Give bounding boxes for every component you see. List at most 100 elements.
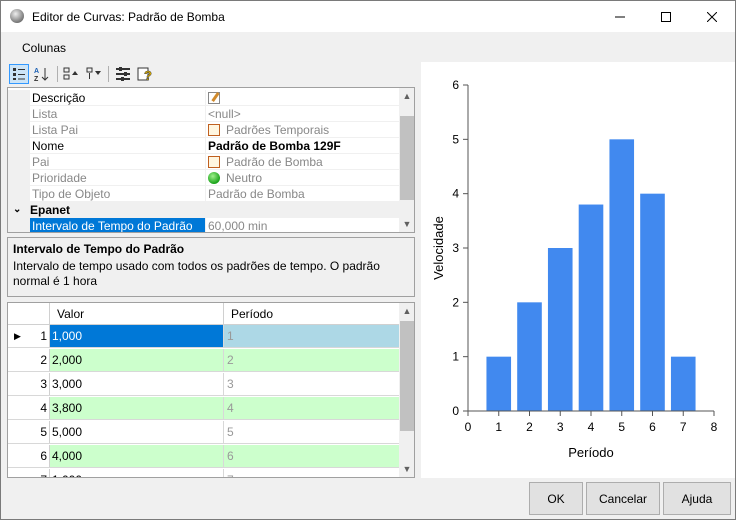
property-row[interactable]: Lista <null> [8, 106, 400, 122]
property-name: Nome [30, 138, 206, 154]
properties-icon [116, 67, 130, 81]
curve-chart: 0 1 2 3 4 5 6 7 8 0 1 2 3 4 5 6 Período Velocidade [421, 62, 735, 478]
maximize-icon [661, 11, 671, 22]
property-name: Lista Pai [30, 122, 206, 138]
property-value[interactable]: Neutro [206, 170, 400, 186]
categorized-view-button[interactable] [9, 64, 29, 84]
cell-valor[interactable]: 4,000 [50, 445, 224, 467]
cell-valor[interactable]: 3,000 [50, 373, 224, 395]
cell-periodo[interactable]: 5 [224, 421, 400, 443]
column-header-valor[interactable]: Valor [50, 303, 224, 325]
property-row[interactable]: Lista Pai Padrões Temporais [8, 122, 400, 138]
cell-valor[interactable]: 2,000 [50, 349, 224, 371]
row-header[interactable]: 6 [8, 445, 50, 467]
maximize-button[interactable] [643, 1, 689, 32]
scroll-thumb[interactable] [400, 116, 414, 200]
row-header[interactable]: 7 [8, 469, 50, 477]
collapse-button[interactable] [61, 64, 81, 84]
row-header[interactable]: 2 [8, 349, 50, 371]
data-grid-scrollbar[interactable]: ▲ ▼ [399, 303, 414, 477]
property-value[interactable]: Padrões Temporais [206, 122, 400, 138]
category-label: Epanet [30, 203, 71, 217]
row-header[interactable]: 3 [8, 373, 50, 395]
expand-icon [86, 67, 101, 79]
chevron-down-icon[interactable]: ⌄ [13, 202, 21, 218]
y-axis-label: Velocidade [431, 216, 446, 280]
app-icon [10, 9, 24, 23]
x-tick-label: 7 [680, 420, 687, 434]
property-name: Tipo de Objeto [30, 186, 206, 202]
row-index: 6 [40, 449, 47, 463]
property-row[interactable]: Nome Padrão de Bomba 129F [8, 138, 400, 154]
property-grid-scrollbar[interactable]: ▲ ▼ [399, 88, 414, 232]
x-tick-label: 0 [465, 420, 472, 434]
cell-valor[interactable]: 5,000 [50, 421, 224, 443]
close-button[interactable] [689, 1, 735, 32]
row-header[interactable]: ▶ 1 [8, 325, 50, 347]
row-index: 3 [40, 377, 47, 391]
x-tick-label: 2 [526, 420, 533, 434]
category-epanet[interactable]: ⌄ Epanet [8, 202, 400, 218]
scroll-up-icon[interactable]: ▲ [399, 303, 414, 319]
cell-periodo[interactable]: 1 [224, 325, 400, 347]
cell-valor[interactable]: 3,800 [50, 397, 224, 419]
scroll-down-icon[interactable]: ▼ [399, 461, 414, 477]
cell-periodo[interactable]: 3 [224, 373, 400, 395]
help-button[interactable]: Ajuda [663, 482, 731, 515]
scroll-thumb[interactable] [400, 321, 414, 431]
row-index: 7 [40, 473, 47, 477]
property-value-text: Neutro [226, 171, 263, 185]
table-row[interactable]: 2 2,000 2 [8, 349, 400, 372]
chart-bar [670, 356, 696, 411]
cancel-button[interactable]: Cancelar [586, 482, 660, 515]
table-row[interactable]: ▶ 1 1,000 1 [8, 325, 400, 348]
property-row[interactable]: Prioridade Neutro [8, 170, 400, 186]
property-name: Lista [30, 106, 206, 122]
green-circle-icon [208, 172, 220, 184]
scroll-up-icon[interactable]: ▲ [399, 88, 414, 104]
ok-button[interactable]: OK [529, 482, 583, 515]
property-value[interactable]: 60,000 min [206, 218, 400, 232]
property-row[interactable]: Descrição [8, 90, 400, 106]
x-axis-label: Período [568, 445, 614, 460]
table-row[interactable]: 6 4,000 6 [8, 445, 400, 468]
table-row[interactable]: 71,0007 [8, 469, 400, 477]
cell-periodo[interactable]: 2 [224, 349, 400, 371]
minimize-button[interactable] [597, 1, 643, 32]
expand-button[interactable] [84, 64, 104, 84]
y-tick-label: 0 [452, 404, 459, 418]
property-value[interactable]: Padrão de Bomba 129F [206, 138, 400, 154]
cell-valor[interactable]: 1,000 [50, 469, 224, 477]
property-value[interactable] [206, 90, 400, 106]
row-header[interactable]: 5 [8, 421, 50, 443]
pattern-icon [208, 156, 220, 168]
property-value[interactable]: Padrão de Bomba [206, 186, 400, 202]
cell-periodo[interactable]: 7 [224, 469, 400, 477]
help-topic-button[interactable]: ? [135, 64, 155, 84]
table-row[interactable]: 4 3,800 4 [8, 397, 400, 420]
toolbar-separator [57, 66, 58, 82]
property-value[interactable]: <null> [206, 106, 400, 122]
alphabetical-view-button[interactable]: A Z [32, 64, 52, 84]
property-row[interactable]: Intervalo de Tempo do Padrão 60,000 min [8, 218, 400, 232]
cell-periodo[interactable]: 4 [224, 397, 400, 419]
row-header[interactable]: 4 [8, 397, 50, 419]
description-text: Intervalo de tempo usado com todos os pa… [13, 259, 380, 288]
svg-text:Z: Z [34, 76, 39, 82]
property-value[interactable]: Padrão de Bomba [206, 154, 400, 170]
menu-columns[interactable]: Colunas [22, 41, 66, 55]
cell-periodo[interactable]: 6 [224, 445, 400, 467]
x-tick-label: 3 [557, 420, 564, 434]
table-row[interactable]: 3 3,000 3 [8, 373, 400, 396]
property-row[interactable]: Pai Padrão de Bomba [8, 154, 400, 170]
column-header-periodo[interactable]: Período [224, 303, 400, 325]
property-row[interactable]: Tipo de Objeto Padrão de Bomba [8, 186, 400, 202]
chart-bar [578, 204, 604, 411]
toolbar-separator [108, 66, 109, 82]
properties-button[interactable] [113, 64, 133, 84]
description-title: Intervalo de Tempo do Padrão [13, 242, 185, 256]
table-row[interactable]: 5 5,000 5 [8, 421, 400, 444]
cell-valor[interactable]: 1,000 [50, 325, 224, 347]
sort-alphabetical-icon: A Z [34, 68, 49, 82]
scroll-down-icon[interactable]: ▼ [399, 216, 414, 232]
